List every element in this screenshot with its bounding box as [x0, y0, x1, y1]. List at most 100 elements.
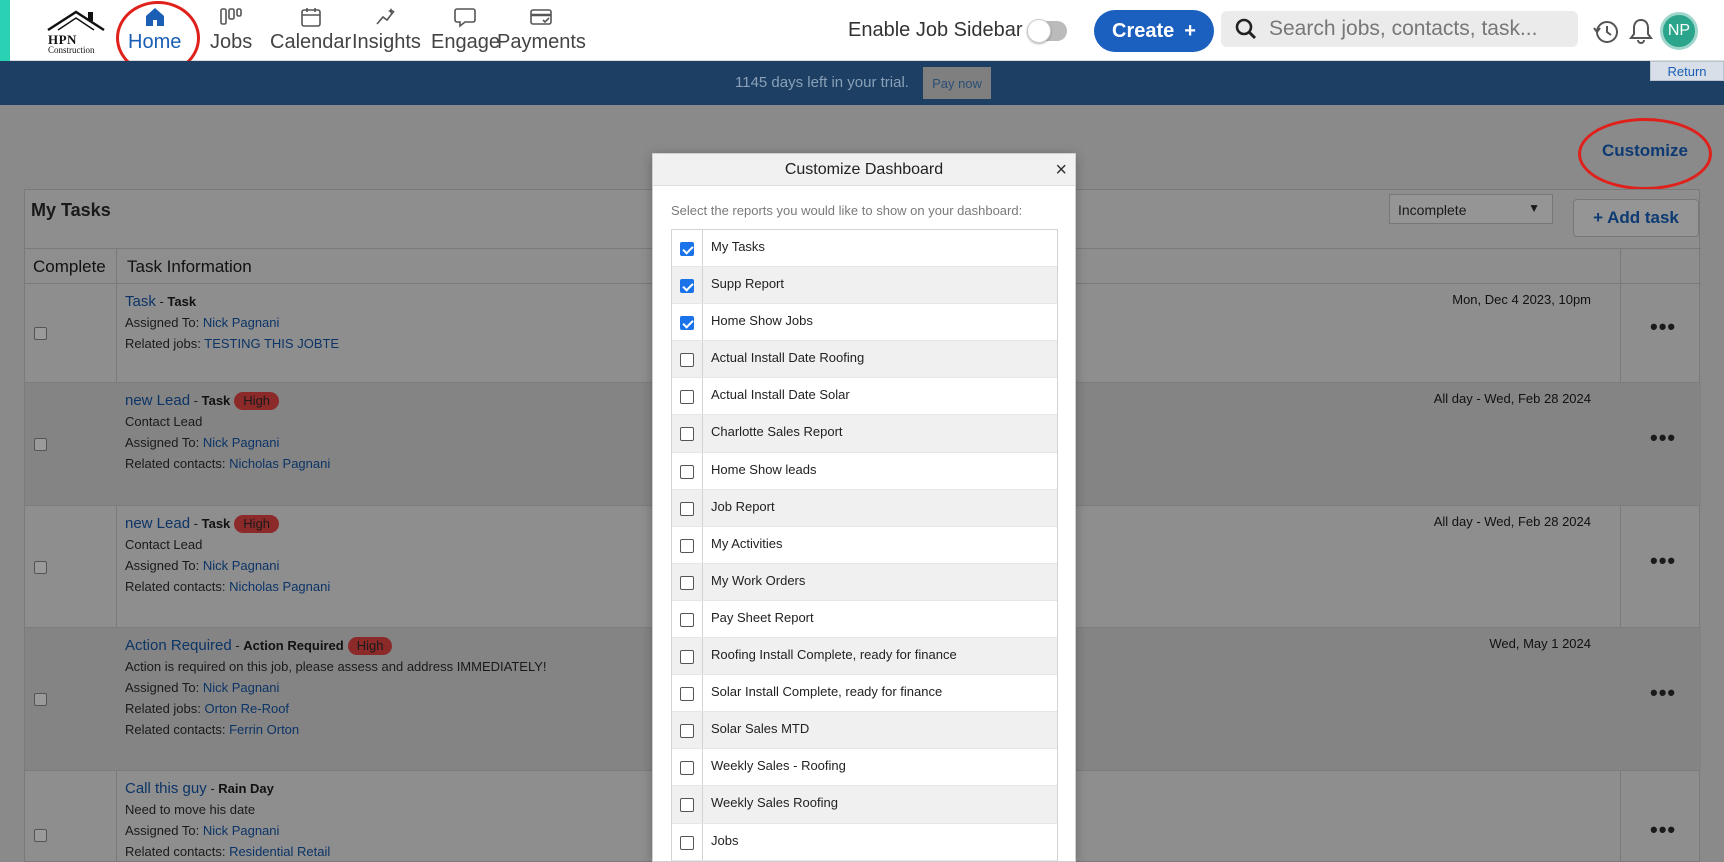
related-contact-link[interactable]: Residential Retail	[229, 844, 330, 859]
report-checkbox[interactable]	[680, 798, 694, 813]
return-button[interactable]: Return	[1650, 61, 1724, 81]
related-job-link[interactable]: TESTING THIS JOBTE	[204, 336, 339, 351]
report-checkbox[interactable]	[680, 464, 694, 479]
complete-checkbox[interactable]	[34, 327, 47, 340]
add-task-button[interactable]: + Add task	[1573, 199, 1699, 237]
report-item[interactable]: Actual Install Date Roofing	[672, 341, 1057, 379]
report-divider	[702, 489, 703, 526]
complete-checkbox[interactable]	[34, 693, 47, 706]
nav-calendar[interactable]: Calendar	[270, 4, 351, 56]
report-checkbox[interactable]	[680, 761, 694, 776]
report-label: My Tasks	[711, 239, 765, 254]
report-item[interactable]: Charlotte Sales Report	[672, 415, 1057, 453]
engage-icon	[452, 4, 478, 30]
related-job-link[interactable]: Orton Re-Roof	[205, 701, 290, 716]
create-button-label: Create	[1112, 19, 1175, 42]
task-type: Task	[201, 393, 231, 408]
nav-insights-label: Insights	[352, 31, 421, 53]
user-avatar[interactable]: NP	[1660, 12, 1698, 50]
report-item[interactable]: My Work Orders	[672, 563, 1057, 601]
company-logo[interactable]: HPN Construction	[44, 8, 110, 55]
report-item[interactable]: Weekly Sales Roofing	[672, 786, 1057, 824]
nav-insights[interactable]: Insights	[352, 4, 421, 56]
task-title-link[interactable]: Call this guy	[125, 780, 207, 797]
task-title-link[interactable]: Task	[125, 293, 156, 310]
task-status-value: Incomplete	[1398, 202, 1467, 218]
modal-title: Customize Dashboard	[784, 161, 944, 178]
report-item[interactable]: Weekly Sales - Roofing	[672, 749, 1057, 787]
report-checkbox[interactable]	[680, 279, 694, 294]
assigned-user-link[interactable]: Nick Pagnani	[203, 680, 280, 695]
task-info: Task - Task Assigned To: Nick Pagnani Re…	[125, 291, 339, 354]
report-checkbox[interactable]	[680, 353, 694, 368]
report-label: Charlotte Sales Report	[711, 424, 843, 440]
task-info: new Lead - Task High Contact Lead Assigne…	[125, 513, 330, 597]
report-item[interactable]: Roofing Install Complete, ready for fina…	[672, 638, 1057, 676]
report-checkbox[interactable]	[680, 835, 694, 850]
task-title-link[interactable]: new Lead	[125, 515, 190, 532]
nav-payments[interactable]: Payments	[497, 4, 586, 56]
global-search[interactable]: Search jobs, contacts, task...	[1221, 11, 1578, 47]
history-icon[interactable]	[1592, 18, 1620, 46]
task-status-select[interactable]: Incomplete ▼	[1389, 194, 1553, 224]
report-item[interactable]: Home Show Jobs	[672, 304, 1057, 342]
report-checkbox[interactable]	[680, 316, 694, 331]
report-checkbox[interactable]	[680, 687, 694, 702]
report-checkbox[interactable]	[680, 724, 694, 739]
search-input[interactable]: Search jobs, contacts, task...	[1269, 17, 1569, 41]
related-label: Related contacts:	[125, 722, 230, 737]
job-sidebar-toggle[interactable]	[1027, 19, 1067, 43]
complete-checkbox[interactable]	[34, 561, 47, 574]
task-title-link[interactable]: new Lead	[125, 392, 190, 409]
assigned-user-link[interactable]: Nick Pagnani	[203, 435, 280, 450]
report-checkbox[interactable]	[680, 650, 694, 665]
report-item[interactable]: My Tasks	[672, 230, 1057, 268]
report-item[interactable]: My Activities	[672, 526, 1057, 564]
more-options-icon[interactable]: •••	[1650, 817, 1676, 843]
pay-now-button[interactable]: Pay now	[923, 67, 991, 99]
report-divider	[702, 600, 703, 638]
report-item[interactable]: Job Report	[672, 489, 1057, 527]
nav-engage[interactable]: Engage	[431, 4, 500, 56]
related-contact-link[interactable]: Nicholas Pagnani	[229, 456, 330, 471]
report-item[interactable]: Solar Install Complete, ready for financ…	[672, 675, 1057, 713]
bell-icon[interactable]	[1628, 17, 1654, 45]
report-checkbox[interactable]	[680, 575, 694, 590]
priority-badge: High	[234, 392, 280, 410]
task-title-link[interactable]: Action Required	[125, 637, 232, 654]
report-checkbox[interactable]	[680, 501, 694, 516]
report-checkbox[interactable]	[680, 390, 694, 405]
related-contact-link[interactable]: Ferrin Orton	[229, 722, 299, 737]
complete-checkbox[interactable]	[34, 829, 47, 842]
assigned-user-link[interactable]: Nick Pagnani	[203, 315, 280, 330]
report-label: Solar Sales MTD	[711, 721, 810, 737]
report-item[interactable]: Actual Install Date Solar	[672, 378, 1057, 416]
report-item[interactable]: Solar Sales MTD	[672, 712, 1057, 750]
customize-link[interactable]: Customize	[1602, 141, 1688, 161]
report-item[interactable]: Jobs	[672, 823, 1057, 861]
nav-jobs[interactable]: Jobs	[210, 4, 252, 56]
create-button[interactable]: Create +	[1094, 10, 1214, 52]
more-options-icon[interactable]: •••	[1650, 314, 1676, 340]
report-checkbox[interactable]	[680, 612, 694, 627]
close-icon[interactable]: ×	[1055, 159, 1067, 182]
payments-icon	[528, 4, 554, 30]
nav-engage-label: Engage	[431, 31, 500, 53]
report-item[interactable]: Supp Report	[672, 267, 1057, 305]
report-item[interactable]: Home Show leads	[672, 452, 1057, 490]
complete-checkbox[interactable]	[34, 438, 47, 451]
more-options-icon[interactable]: •••	[1650, 425, 1676, 451]
nav-home[interactable]: Home	[128, 4, 181, 56]
more-options-icon[interactable]: •••	[1650, 680, 1676, 706]
report-checkbox[interactable]	[680, 427, 694, 442]
more-options-icon[interactable]: •••	[1650, 548, 1676, 574]
related-contact-link[interactable]: Nicholas Pagnani	[229, 579, 330, 594]
report-checkbox[interactable]	[680, 538, 694, 553]
assigned-user-link[interactable]: Nick Pagnani	[203, 823, 280, 838]
report-item[interactable]: Pay Sheet Report	[672, 600, 1057, 639]
task-due-date: All day - Wed, Feb 28 2024	[1433, 391, 1591, 406]
report-divider	[702, 823, 703, 860]
left-accent-strip	[0, 0, 10, 61]
assigned-user-link[interactable]: Nick Pagnani	[203, 558, 280, 573]
report-checkbox[interactable]	[680, 242, 694, 256]
